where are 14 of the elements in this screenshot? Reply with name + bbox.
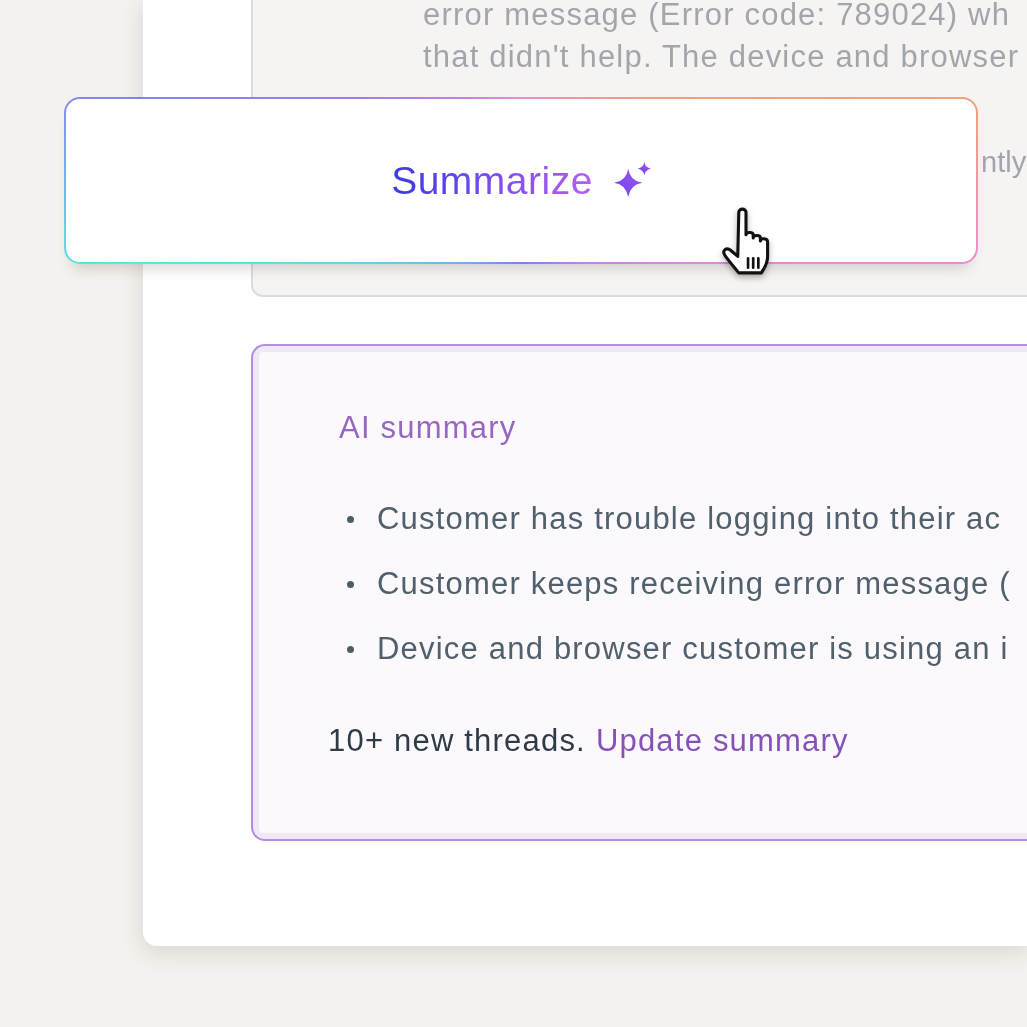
sparkle-icon	[612, 161, 651, 198]
bullet-icon	[347, 580, 354, 588]
summary-bullet-text: Device and browser customer is using an i	[377, 630, 1009, 668]
ai-summary-title: AI summary	[339, 409, 517, 447]
bullet-icon	[347, 645, 354, 653]
new-threads-text: 10+ new threads.	[328, 722, 586, 760]
message-text-line: ntly	[981, 147, 1027, 177]
message-text-line: error message (Error code: 789024) wh	[423, 0, 1011, 30]
bullet-icon	[347, 515, 354, 523]
update-summary-link[interactable]: Update summary	[595, 721, 849, 761]
summary-bullet-text: Customer keeps receiving error message (	[377, 565, 1011, 603]
summary-bullet-text: Customer has trouble logging into their ac	[377, 500, 1002, 538]
message-text-line: that didn't help. The device and browser	[423, 42, 1020, 72]
summarize-button[interactable]: Summarize	[64, 97, 978, 264]
